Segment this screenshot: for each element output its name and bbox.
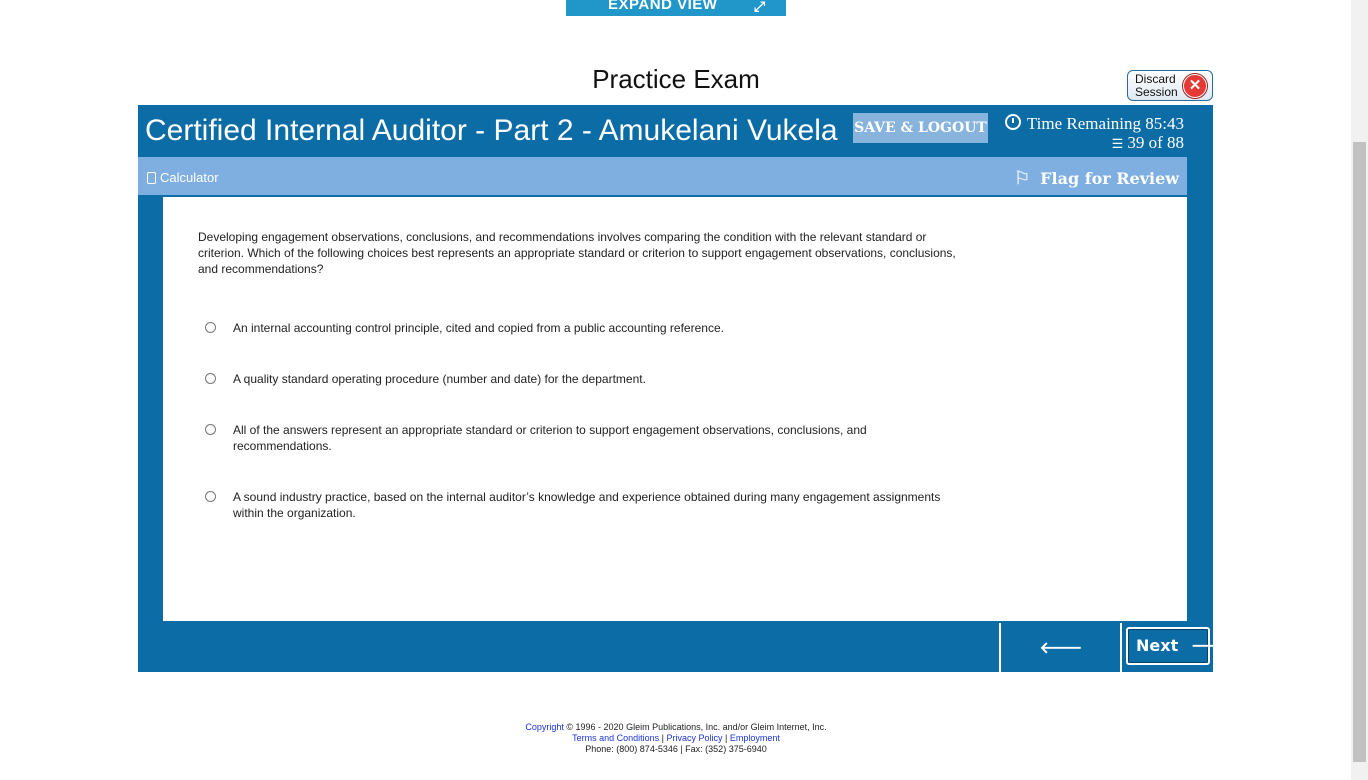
previous-label: Previous [1021,683,1101,702]
question-count-text: 39 of 88 [1127,133,1184,152]
previous-button[interactable]: 🡐 Previous [1003,625,1119,702]
calculator-label: Calculator [160,170,219,185]
copyright-line: Copyright © 1996 - 2020 Gleim Publicatio… [450,722,902,733]
flag-for-review-button[interactable]: ⚐ Flag for Review [1014,168,1179,189]
employment-link[interactable]: Employment [730,733,780,743]
time-remaining-text: Time Remaining 85:43 [1026,114,1184,133]
clock-icon [1004,114,1021,130]
discard-session-button[interactable]: Discard Session ✕ [1127,70,1213,101]
copyright-text: © 1996 - 2020 Gleim Publications, Inc. a… [566,722,827,732]
calculator-button[interactable]: Calculator [147,170,219,185]
contact-line: Phone: (800) 874-5346 | Fax: (352) 375-6… [585,744,767,754]
radio-button[interactable] [205,491,216,502]
arrow-right-icon: 🡒 [1191,636,1234,655]
footer-separator: | [725,733,728,743]
time-remaining: Time Remaining 85:43 [998,114,1184,134]
discard-session-label: Discard Session [1135,72,1178,99]
next-label: Next [1136,636,1179,655]
flag-icon: ⚐ [1014,168,1031,189]
copyright-link[interactable]: Copyright [525,722,564,732]
footer: Copyright © 1996 - 2020 Gleim Publicatio… [450,722,902,755]
radio-button[interactable] [205,373,216,384]
save-logout-button[interactable]: SAVE & LOGOUT [853,113,988,143]
terms-link[interactable]: Terms and Conditions [572,733,659,743]
nav-divider [999,623,1001,672]
calculator-icon [147,172,156,184]
scrollbar-thumb[interactable] [1353,142,1366,762]
answer-choice-text: A sound industry practice, based on the … [233,490,941,520]
question-stem: Developing engagement observations, conc… [198,230,956,276]
privacy-link[interactable]: Privacy Policy [667,733,723,743]
question-counter: ☰ 39 of 88 [1060,133,1184,153]
radio-button[interactable] [205,424,216,435]
expand-view-button[interactable]: EXPAND VIEW ⤢ [566,0,786,16]
question-stack-icon: ☰ [1111,136,1124,151]
footer-links: Terms and Conditions | Privacy Policy | … [450,733,902,744]
nav-divider [1120,623,1122,672]
expand-icon: ⤢ [754,0,766,14]
answer-choice-text: A quality standard operating procedure (… [233,372,646,386]
arrow-left-icon: 🡐 [1039,638,1083,657]
flag-for-review-label: Flag for Review [1040,169,1180,188]
exam-title: Certified Internal Auditor - Part 2 - Am… [145,114,838,147]
page-title: Practice Exam [592,64,760,94]
radio-button[interactable] [205,322,216,333]
close-icon: ✕ [1183,74,1207,98]
next-button[interactable]: Next 🡒 [1126,627,1234,665]
answer-choice-text: An internal accounting control principle… [233,321,724,335]
footer-separator: | [661,733,664,743]
expand-view-label: EXPAND VIEW [608,0,718,13]
answer-choice-text: All of the answers represent an appropri… [233,423,867,453]
